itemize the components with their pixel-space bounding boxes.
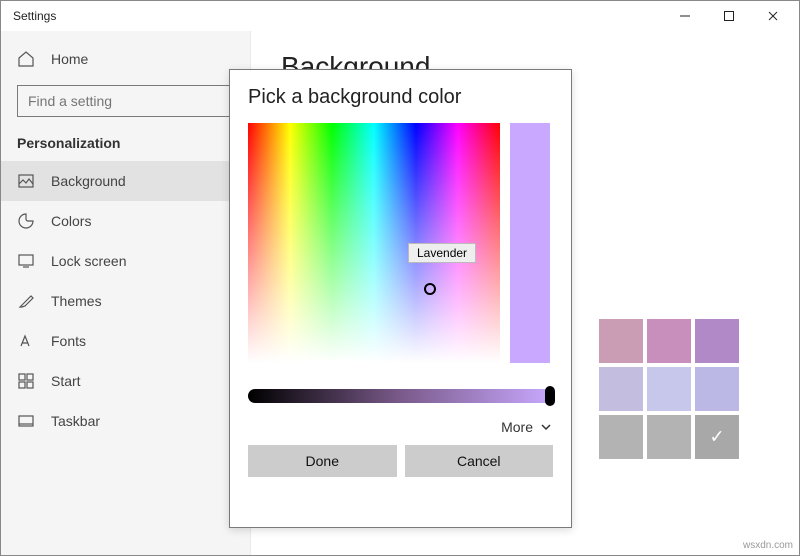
color-swatch[interactable]: [599, 415, 643, 459]
color-swatch[interactable]: [695, 367, 739, 411]
sidebar-item-lockscreen[interactable]: Lock screen: [1, 241, 250, 281]
more-toggle[interactable]: More: [248, 419, 553, 435]
brush-icon: [17, 292, 35, 310]
maximize-button[interactable]: [707, 1, 751, 31]
cancel-button[interactable]: Cancel: [405, 445, 554, 477]
color-picker-dialog: Pick a background color Lavender More Do…: [229, 69, 572, 528]
swatch-row: [599, 415, 739, 459]
slider-handle[interactable]: [545, 386, 555, 406]
sidebar-item-label: Home: [51, 51, 88, 67]
sidebar: Home Personalization Background Colors L…: [1, 31, 251, 555]
home-icon: [17, 50, 35, 68]
sidebar-item-label: Taskbar: [51, 413, 100, 429]
monitor-icon: [17, 252, 35, 270]
color-swatch[interactable]: [647, 319, 691, 363]
search-box[interactable]: [17, 85, 234, 117]
taskbar-icon: [17, 412, 35, 430]
color-swatch[interactable]: [695, 319, 739, 363]
section-label: Personalization: [1, 127, 250, 161]
sidebar-item-colors[interactable]: Colors: [1, 201, 250, 241]
color-swatch[interactable]: [599, 367, 643, 411]
hue-saturation-field[interactable]: Lavender: [248, 123, 500, 363]
sidebar-item-home[interactable]: Home: [1, 39, 250, 79]
color-swatch-selected[interactable]: [695, 415, 739, 459]
value-slider[interactable]: [248, 389, 553, 403]
color-swatch[interactable]: [599, 319, 643, 363]
done-button[interactable]: Done: [248, 445, 397, 477]
font-icon: [17, 332, 35, 350]
swatch-row: [599, 367, 739, 411]
recent-colors-grid: [599, 319, 739, 459]
minimize-button[interactable]: [663, 1, 707, 31]
sidebar-item-themes[interactable]: Themes: [1, 281, 250, 321]
palette-icon: [17, 212, 35, 230]
titlebar: Settings: [1, 1, 799, 31]
window-title: Settings: [13, 9, 56, 23]
close-button[interactable]: [751, 1, 795, 31]
sidebar-item-label: Colors: [51, 213, 91, 229]
sidebar-item-fonts[interactable]: Fonts: [1, 321, 250, 361]
picture-icon: [17, 172, 35, 190]
sidebar-item-start[interactable]: Start: [1, 361, 250, 401]
chevron-down-icon: [539, 420, 553, 434]
window-controls: [663, 1, 795, 31]
dialog-buttons: Done Cancel: [248, 445, 553, 477]
watermark: wsxdn.com: [743, 540, 793, 551]
sidebar-item-label: Themes: [51, 293, 102, 309]
picker-row: Lavender: [248, 123, 553, 363]
color-tooltip: Lavender: [408, 243, 476, 263]
more-label: More: [501, 419, 533, 435]
sidebar-item-background[interactable]: Background: [1, 161, 250, 201]
picker-cursor[interactable]: [424, 283, 436, 295]
settings-window: Settings Home Personalization Background: [0, 0, 800, 556]
sidebar-item-taskbar[interactable]: Taskbar: [1, 401, 250, 441]
sidebar-item-label: Start: [51, 373, 81, 389]
selected-color-preview: [510, 123, 550, 363]
color-swatch[interactable]: [647, 415, 691, 459]
search-input[interactable]: [26, 92, 225, 110]
dialog-title: Pick a background color: [248, 86, 553, 109]
start-icon: [17, 372, 35, 390]
swatch-row: [599, 319, 739, 363]
sidebar-item-label: Fonts: [51, 333, 86, 349]
color-swatch[interactable]: [647, 367, 691, 411]
sidebar-item-label: Lock screen: [51, 253, 126, 269]
sidebar-item-label: Background: [51, 173, 126, 189]
